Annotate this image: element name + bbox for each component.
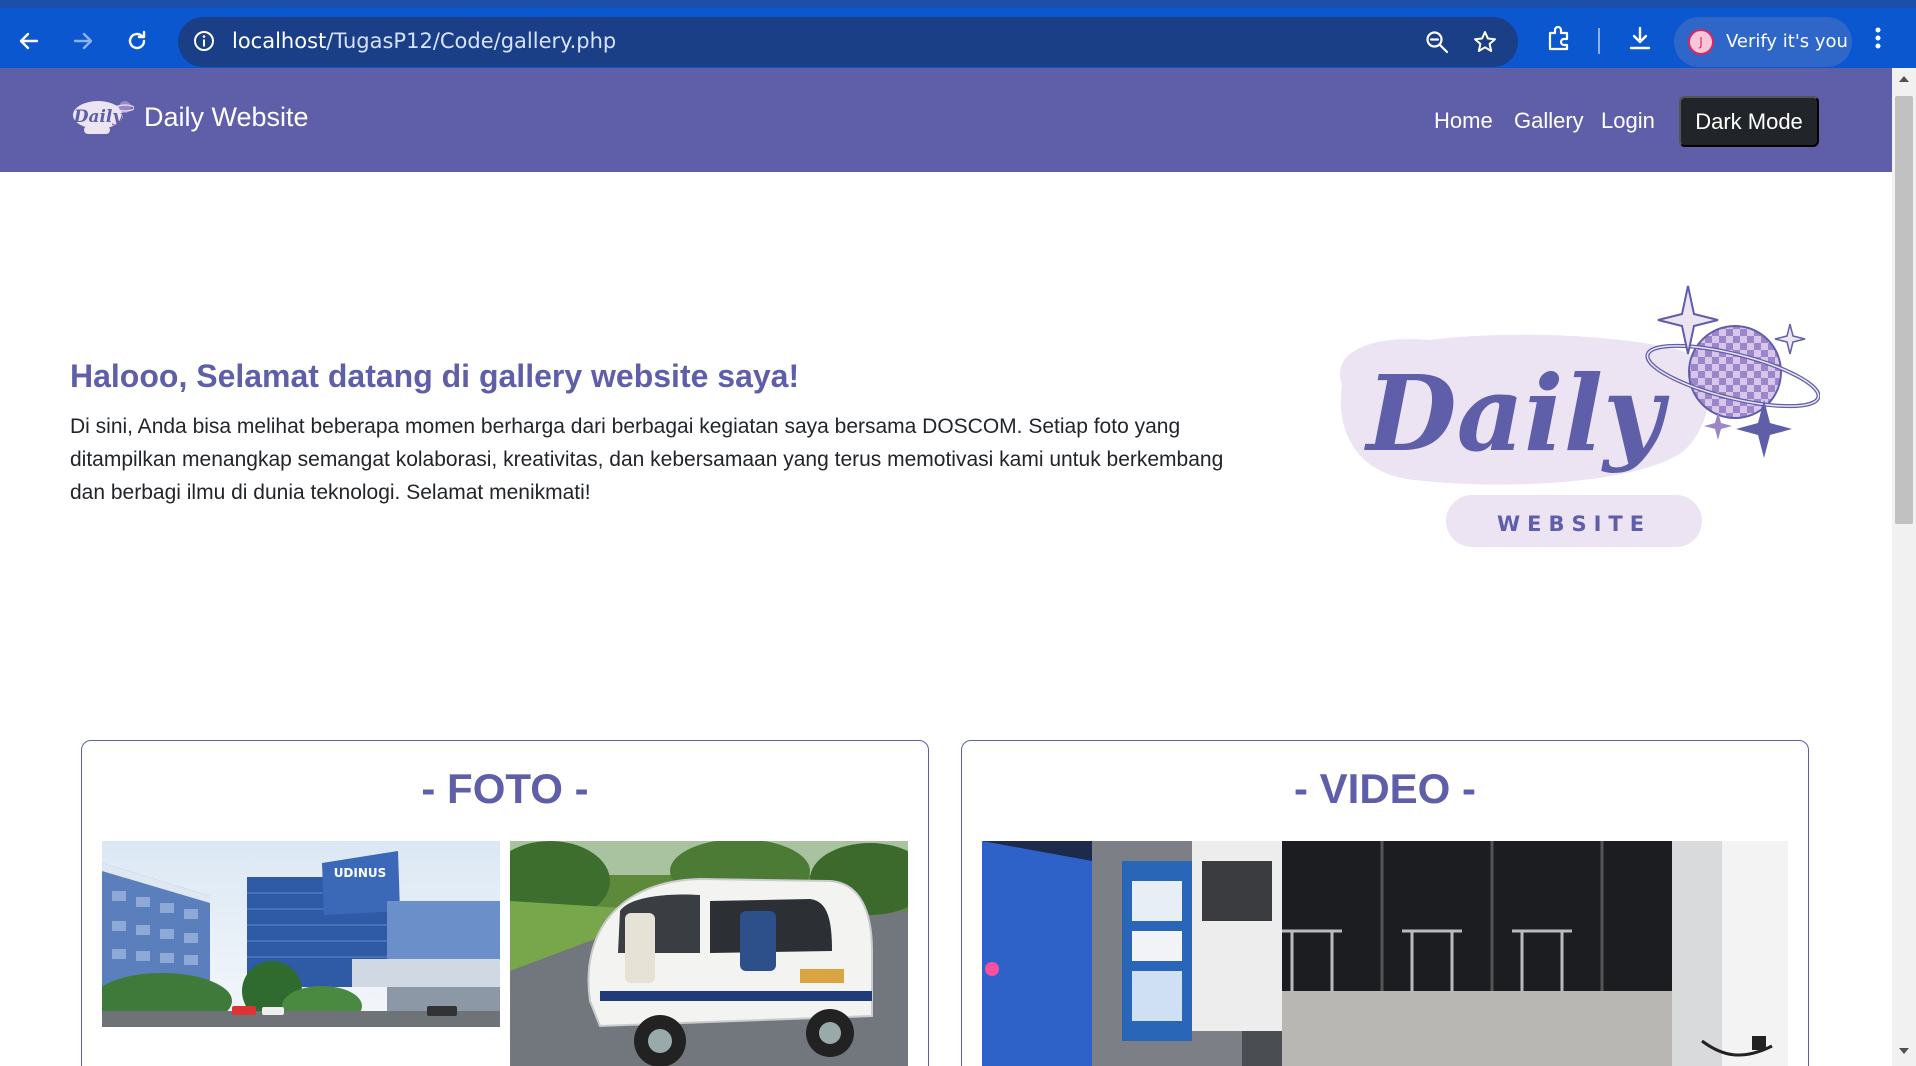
extensions-icon[interactable] (1545, 24, 1573, 52)
url-host: localhost (232, 29, 327, 53)
reload-button[interactable] (118, 22, 156, 60)
hero-description: Di sini, Anda bisa melihat beberapa mome… (70, 415, 1224, 504)
video-title: - VIDEO - (1293, 765, 1476, 812)
download-icon[interactable] (1626, 24, 1654, 52)
brand-logo-icon[interactable]: Daily (72, 98, 134, 136)
dark-mode-button[interactable]: Dark Mode (1679, 96, 1819, 147)
back-arrow-icon (19, 32, 39, 50)
video-card: - VIDEO - (961, 740, 1809, 1066)
svg-text:Daily: Daily (73, 107, 124, 127)
url-text[interactable]: localhost/TugasP12/Code/gallery.php (232, 29, 616, 53)
photo-udinus-building[interactable]: UDINUS (102, 841, 500, 1027)
toolbar-divider (1598, 28, 1600, 54)
browser-toolbar: localhost/TugasP12/Code/gallery.php J Ve… (0, 0, 1916, 68)
udinus-sign: UDINUS (334, 866, 387, 880)
foto-card: - FOTO - UDINUS (81, 740, 929, 1066)
scroll-up-arrow-icon[interactable] (1898, 74, 1910, 84)
verify-label: Verify it's you (1726, 31, 1848, 52)
scroll-down-arrow-icon[interactable] (1898, 1046, 1910, 1056)
brand-name[interactable]: Daily Website (144, 102, 309, 133)
logo-word: Daily (1363, 352, 1670, 475)
nav-link-home[interactable]: Home (1434, 108, 1493, 134)
profile-avatar: J (1688, 29, 1714, 55)
verify-profile-chip[interactable]: J Verify it's you (1674, 17, 1852, 67)
bookmark-star-icon[interactable] (1472, 29, 1498, 55)
zoom-icon[interactable] (1424, 29, 1450, 55)
forward-arrow-icon (73, 32, 93, 50)
sparkle-small-icon (1774, 323, 1806, 355)
nav-link-login[interactable]: Login (1601, 108, 1655, 134)
photo-electric-vehicle[interactable] (510, 841, 908, 1066)
nav-link-gallery[interactable]: Gallery (1514, 108, 1584, 134)
scrollbar-thumb[interactable] (1895, 96, 1913, 524)
url-path: /TugasP12/Code/gallery.php (326, 29, 617, 53)
hero-title: Halooo, Selamat datang di gallery websit… (70, 358, 800, 394)
foto-title: - FOTO - (421, 765, 589, 812)
site-navbar: Daily Daily Website Home Gallery Login D… (0, 68, 1892, 172)
video-player[interactable] (982, 841, 1788, 1066)
kebab-menu-icon[interactable] (1872, 24, 1884, 52)
site-info-icon[interactable] (192, 29, 216, 53)
logo-subword: WEBSITE (1497, 512, 1651, 536)
daily-website-logo: Daily WEBSITE (1340, 285, 1820, 547)
address-bar[interactable]: localhost/TugasP12/Code/gallery.php (178, 17, 1518, 67)
forward-button[interactable] (64, 22, 102, 60)
reload-icon (128, 30, 146, 50)
back-button[interactable] (10, 22, 48, 60)
